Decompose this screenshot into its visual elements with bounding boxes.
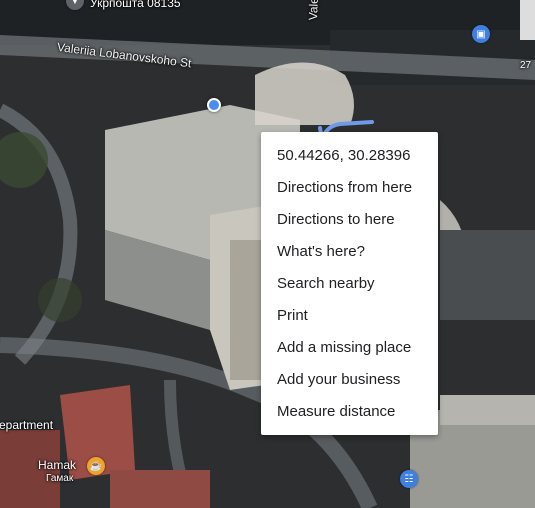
street-label-vertical: Valeriia <box>306 0 322 21</box>
menu-item-directions-from[interactable]: Directions from here <box>261 172 438 204</box>
menu-item-whats-here[interactable]: What's here? <box>261 236 438 268</box>
cafe-trophy-icon[interactable]: ☕ <box>87 457 105 475</box>
menu-item-directions-to[interactable]: Directions to here <box>261 204 438 236</box>
shopping-cart-icon[interactable]: ☷ <box>400 470 418 488</box>
menu-item-measure-distance[interactable]: Measure distance <box>261 396 438 428</box>
context-menu: 50.44266, 30.28396 Directions from here … <box>261 132 438 435</box>
poi-hamak-label[interactable]: Hamak <box>38 458 76 472</box>
menu-item-add-missing-place[interactable]: Add a missing place <box>261 332 438 364</box>
edge-number-label: 27 <box>520 60 532 71</box>
blue-location-dot-icon[interactable] <box>207 98 221 112</box>
menu-item-print[interactable]: Print <box>261 300 438 332</box>
poi-top-label[interactable]: Укрпошта 08135 <box>90 0 181 10</box>
menu-item-coordinates[interactable]: 50.44266, 30.28396 <box>261 140 438 172</box>
poi-hamak-sub-label: Гамак <box>46 473 74 484</box>
menu-item-search-nearby[interactable]: Search nearby <box>261 268 438 300</box>
shopping-bag-icon[interactable]: ▣ <box>472 25 490 43</box>
poi-department-label[interactable]: epartment <box>0 418 53 432</box>
menu-item-add-business[interactable]: Add your business <box>261 364 438 396</box>
